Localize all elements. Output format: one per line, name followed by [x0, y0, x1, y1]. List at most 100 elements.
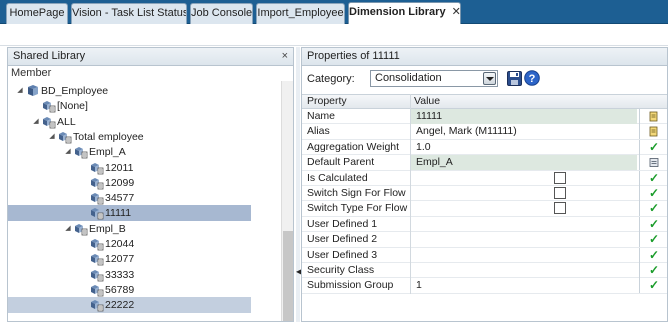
check-icon[interactable]: ✓	[639, 232, 667, 248]
property-value-field[interactable]: 11111	[410, 109, 637, 124]
property-value-field[interactable]	[410, 171, 637, 186]
member-leaf-icon	[90, 191, 104, 205]
tree-item-label: [None]	[57, 100, 88, 113]
property-row: User Defined 1 ✓	[302, 216, 667, 233]
member-node-icon	[74, 222, 88, 236]
help-icon[interactable]: ?	[524, 70, 540, 86]
tree-item[interactable]: 11111	[8, 205, 251, 222]
collapse-arrow-icon[interactable]: ◀	[296, 266, 302, 278]
property-name: Switch Sign For Flow	[307, 186, 406, 199]
tree-item-label: 22222	[105, 299, 135, 312]
check-icon[interactable]: ✓	[639, 170, 667, 186]
scroll-thumb[interactable]	[283, 231, 293, 321]
tab-label: Import_Employee	[257, 7, 344, 19]
category-label: Category:	[307, 73, 355, 85]
tree-scrollbar[interactable]	[281, 81, 293, 321]
tree-item-label: 12099	[105, 176, 135, 189]
tree-item[interactable]: ◢ Empl_B	[8, 221, 251, 237]
tab-vision-task-list-status[interactable]: Vision - Task List Status	[71, 3, 187, 24]
check-icon[interactable]: ✓	[639, 201, 667, 217]
member-select-icon[interactable]	[639, 155, 667, 171]
tree-item-label: ALL	[57, 115, 76, 128]
check-icon[interactable]: ✓	[639, 247, 667, 263]
property-row: Default Parent Empl_A	[302, 155, 667, 171]
tree-item[interactable]: 33333	[8, 267, 251, 283]
member-node-icon	[42, 115, 56, 129]
expand-toggle-icon[interactable]: ◢	[48, 129, 56, 145]
tree-item[interactable]: 34577	[8, 190, 251, 206]
category-select[interactable]: Consolidation	[370, 70, 498, 87]
property-name: User Defined 2	[307, 233, 378, 246]
tree-item-label: Empl_A	[89, 146, 126, 159]
tab-job-console[interactable]: Job Console	[190, 3, 253, 24]
tree-item[interactable]: ◢ BD_Employee	[8, 83, 251, 99]
tree-item[interactable]: 12077	[8, 251, 251, 267]
property-name: Is Calculated	[307, 171, 368, 184]
properties-header: Properties of 11111	[302, 48, 667, 66]
check-icon[interactable]: ✓	[639, 139, 667, 155]
member-leaf-icon	[90, 161, 104, 175]
tree-item-label: Total employee	[73, 130, 144, 143]
property-value-field[interactable]	[410, 263, 637, 278]
lookup-icon[interactable]	[639, 109, 667, 124]
tree-item[interactable]: 56789	[8, 282, 251, 298]
panel-title: Shared Library	[13, 50, 86, 62]
check-icon[interactable]: ✓	[639, 185, 667, 201]
tree-item[interactable]: 12011	[8, 160, 251, 176]
check-icon[interactable]: ✓	[639, 278, 667, 294]
property-name: Switch Type For Flow	[307, 202, 408, 215]
save-icon[interactable]	[507, 71, 522, 86]
property-value-field[interactable]	[410, 248, 637, 263]
tree-item[interactable]: ◢ ALL	[8, 114, 251, 130]
expand-toggle-icon[interactable]: ◢	[32, 114, 40, 130]
value-column-header: Value	[414, 95, 441, 107]
property-value-field[interactable]: Angel, Mark (M11111)	[410, 124, 637, 139]
property-value-field[interactable]	[410, 186, 637, 201]
expand-toggle-icon[interactable]: ◢	[64, 221, 72, 237]
property-checkbox[interactable]	[554, 202, 566, 215]
property-row: Aggregation Weight 1.0 ✓	[302, 139, 667, 156]
property-row: Switch Sign For Flow ✓	[302, 185, 667, 202]
property-row: Security Class ✓	[302, 262, 667, 279]
property-name: Name	[307, 110, 336, 122]
tree-item-label: 34577	[105, 192, 135, 205]
property-value-field[interactable]: 1.0	[410, 140, 637, 155]
property-value-field[interactable]	[410, 232, 637, 247]
check-icon[interactable]: ✓	[639, 262, 667, 278]
close-icon[interactable]: ×	[282, 48, 288, 65]
lookup-icon[interactable]	[639, 124, 667, 140]
member-leaf-icon	[90, 206, 104, 220]
property-value-field[interactable]	[410, 217, 637, 232]
chevron-down-icon[interactable]	[483, 72, 496, 85]
tree-item-label: 56789	[105, 283, 135, 296]
category-value: Consolidation	[375, 72, 442, 84]
tab-close-icon[interactable]: ✕	[452, 3, 460, 22]
tree-item[interactable]: 12044	[8, 236, 251, 252]
tab-import-employee[interactable]: Import_Employee	[256, 3, 345, 24]
tab-dimension-library[interactable]: Dimension Library ✕	[348, 2, 461, 24]
property-value-field[interactable]	[410, 201, 637, 216]
category-row: Category: Consolidation ?	[302, 67, 667, 92]
tab-homepage[interactable]: HomePage	[6, 3, 68, 24]
property-checkbox[interactable]	[554, 186, 566, 199]
property-value-field[interactable]: Empl_A	[410, 155, 637, 171]
shared-library-panel: Shared Library × Member ◢ BD_Employee [Non…	[7, 47, 294, 322]
expand-toggle-icon[interactable]: ◢	[64, 144, 72, 160]
tree-item-label: 11111	[105, 207, 132, 220]
tree-item[interactable]: ◢ Empl_A	[8, 144, 251, 160]
tab-label: Dimension Library	[349, 6, 446, 18]
expand-toggle-icon[interactable]: ◢	[16, 83, 24, 99]
tree-item[interactable]: 12099	[8, 175, 251, 191]
property-value-field[interactable]: 1	[410, 278, 637, 293]
property-name: User Defined 1	[307, 217, 378, 230]
check-icon[interactable]: ✓	[639, 216, 667, 232]
member-leaf-icon	[90, 237, 104, 251]
tab-bar: HomePage Vision - Task List Status Job C…	[0, 0, 668, 24]
tree-item[interactable]: 22222	[8, 297, 251, 314]
property-checkbox[interactable]	[554, 171, 566, 184]
property-row: Is Calculated ✓	[302, 170, 667, 186]
tree-item[interactable]: ◢ Total employee	[8, 129, 251, 145]
property-name: Submission Group	[307, 279, 394, 292]
panel-splitter[interactable]	[296, 47, 300, 322]
tree-item[interactable]: [None]	[8, 98, 251, 114]
